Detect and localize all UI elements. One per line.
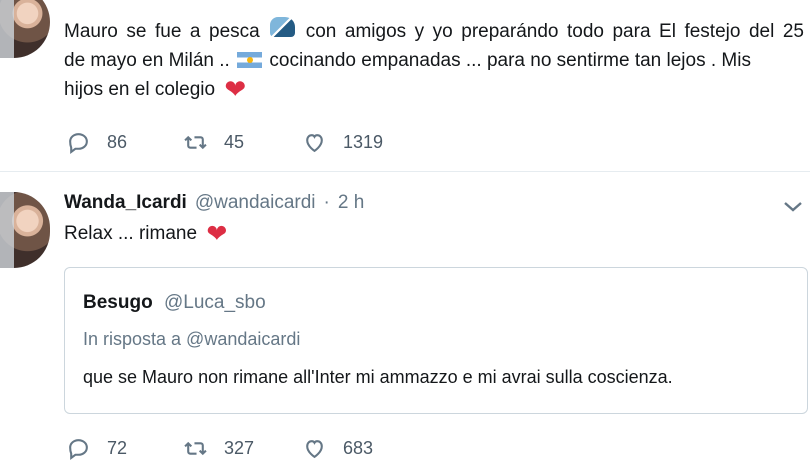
tweet-text: Relax ... rimane ❤ (64, 219, 227, 249)
word: Mauro (64, 21, 118, 42)
tweet-card[interactable]: Mauro se fue a pesca con amigos y yo pre… (0, 0, 810, 170)
word: todo (566, 21, 604, 42)
quoted-user-handle[interactable]: @Luca_sbo (164, 292, 266, 313)
reply-action[interactable]: 86 (66, 130, 127, 155)
reply-action[interactable]: 72 (66, 436, 127, 461)
heart-outline-icon[interactable] (302, 436, 327, 461)
word: 25 (782, 21, 804, 42)
word: pesca (209, 21, 260, 42)
separator: · (323, 192, 330, 213)
word: a (189, 21, 201, 42)
retweet-action[interactable]: 327 (183, 436, 254, 461)
text-segment: de mayo en Milán .. (64, 50, 230, 71)
tweet-actions: 86 45 1319 (66, 130, 436, 160)
tweet-card[interactable]: Wanda_Icardi @wandaicardi · 2 h Relax ..… (0, 171, 810, 460)
word: yo (432, 21, 453, 42)
tweet-header: Wanda_Icardi @wandaicardi · 2 h (64, 192, 364, 214)
fishing-pole-icon (270, 17, 296, 37)
tweet-text-line-3: hijos en el colegio ❤ (64, 75, 804, 104)
word: con (305, 21, 337, 42)
tweet-text-line-1: Mauro se fue a pesca con amigos y yo pre… (64, 17, 804, 46)
retweet-action[interactable]: 45 (183, 130, 244, 155)
word: del (748, 21, 775, 42)
text-segment: cocinando empanadas ... para no sentirme… (269, 50, 751, 71)
tweet-actions: 72 327 683 (66, 436, 436, 466)
heart-emoji-icon: ❤ (224, 74, 247, 104)
avatar[interactable] (0, 0, 50, 58)
text-segment: hijos en el colegio (64, 79, 216, 100)
retweet-icon[interactable] (183, 130, 208, 155)
retweet-icon[interactable] (183, 436, 208, 461)
word: preparándo (461, 21, 559, 42)
like-count: 1319 (343, 132, 384, 152)
word: amigos (344, 21, 407, 42)
word: fue (154, 21, 182, 42)
like-action[interactable]: 683 (302, 436, 373, 461)
quoted-user-name[interactable]: Besugo (83, 292, 153, 313)
quoted-tweet-text: que se Mauro non rimane all'Inter mi amm… (83, 367, 673, 387)
heart-emoji-icon: ❤ (206, 220, 228, 248)
quoted-tweet-header: Besugo @Luca_sbo (83, 292, 266, 314)
like-action[interactable]: 1319 (302, 130, 383, 155)
reply-icon[interactable] (66, 436, 91, 461)
user-handle[interactable]: @wandaicardi (195, 192, 316, 214)
tweet-text: Mauro se fue a pesca con amigos y yo pre… (64, 17, 804, 104)
timestamp[interactable]: 2 h (338, 192, 364, 214)
tweet-text-content: Relax ... rimane (64, 223, 198, 244)
word: se (126, 21, 147, 42)
retweet-count: 45 (224, 132, 245, 152)
reply-icon[interactable] (66, 130, 91, 155)
tweet-text-line-2: de mayo en Milán .. cocinando empanadas … (64, 46, 804, 75)
word: festejo (684, 21, 741, 42)
avatar[interactable] (0, 192, 50, 268)
word: y (414, 21, 425, 42)
user-name[interactable]: Wanda_Icardi (64, 192, 187, 214)
word: El (659, 21, 676, 42)
word: para (612, 21, 651, 42)
chevron-down-icon[interactable] (780, 196, 806, 216)
reply-count: 86 (107, 132, 128, 152)
argentina-flag-icon (237, 52, 263, 68)
quoted-reply-context[interactable]: In risposta a @wandaicardi (83, 329, 300, 350)
quoted-tweet[interactable]: Besugo @Luca_sbo In risposta a @wandaica… (64, 267, 808, 414)
heart-outline-icon[interactable] (302, 130, 327, 155)
